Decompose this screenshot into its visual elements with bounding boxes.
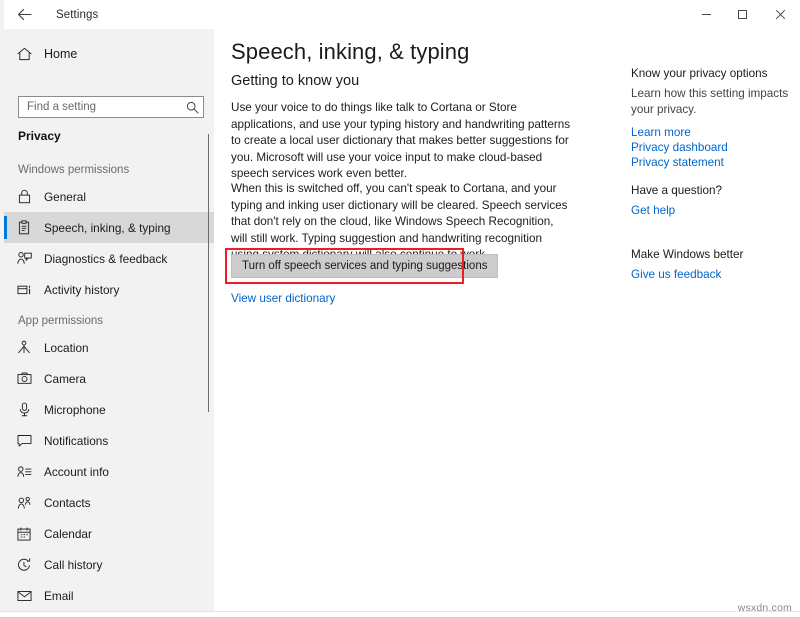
sidebar-item-general[interactable]: General: [4, 181, 214, 212]
rail-title-privacy: Know your privacy options: [631, 67, 796, 80]
main-content: Speech, inking, & typing Getting to know…: [214, 29, 800, 612]
sidebar-item-label: Call history: [44, 558, 102, 572]
person-feedback-icon: [4, 251, 44, 266]
sidebar-item-microphone[interactable]: Microphone: [4, 394, 214, 425]
window-title: Settings: [56, 9, 98, 21]
sidebar-item-email[interactable]: Email: [4, 580, 214, 611]
sidebar-scrollbar[interactable]: [206, 129, 211, 549]
sidebar-item-calendar[interactable]: Calendar: [4, 518, 214, 549]
sidebar-item-label: Microphone: [44, 403, 106, 417]
sidebar-item-call-history[interactable]: Call history: [4, 549, 214, 580]
watermark: wsxdn.com: [738, 602, 792, 614]
sidebar-item-label: Speech, inking, & typing: [44, 221, 171, 235]
sidebar-item-speech-inking-typing[interactable]: Speech, inking, & typing: [4, 212, 214, 243]
sidebar-item-label: Location: [44, 341, 89, 355]
back-arrow-icon[interactable]: [4, 1, 44, 29]
give-us-feedback-link[interactable]: Give us feedback: [631, 267, 796, 282]
notification-icon: [4, 434, 44, 447]
sidebar-item-activity-history[interactable]: Activity history: [4, 274, 214, 305]
page-title: Speech, inking, & typing: [231, 39, 469, 65]
minimize-button[interactable]: [688, 0, 724, 29]
email-icon: [4, 590, 44, 602]
nav-group-title-app-permissions: App permissions: [4, 310, 214, 332]
title-bar: Settings: [4, 0, 800, 29]
rail-title-question: Have a question?: [631, 184, 796, 197]
activity-history-icon: [4, 283, 44, 297]
sidebar-item-home[interactable]: Home: [4, 37, 214, 71]
sidebar-item-label: Activity history: [44, 283, 119, 297]
home-label: Home: [44, 47, 77, 61]
sidebar-item-contacts[interactable]: Contacts: [4, 487, 214, 518]
clipboard-icon: [4, 220, 44, 235]
section-heading: Getting to know you: [231, 73, 359, 89]
sidebar-item-label: Camera: [44, 372, 86, 386]
sidebar-category-title: Privacy: [18, 129, 61, 143]
settings-window: Settings: [0, 0, 800, 617]
privacy-dashboard-link[interactable]: Privacy dashboard: [631, 140, 796, 155]
sidebar-item-diagnostics-feedback[interactable]: Diagnostics & feedback: [4, 243, 214, 274]
turn-off-speech-services-button[interactable]: Turn off speech services and typing sugg…: [231, 254, 498, 278]
rail-title-feedback: Make Windows better: [631, 248, 796, 261]
sidebar-item-label: General: [44, 190, 86, 204]
camera-icon: [4, 372, 44, 385]
contacts-icon: [4, 496, 44, 510]
sidebar: Home Privacy Windows permissions: [4, 29, 214, 612]
calendar-icon: [4, 527, 44, 541]
rail-block-feedback: Make Windows better Give us feedback: [631, 248, 796, 282]
window-bottom-edge: [0, 611, 800, 617]
sidebar-item-camera[interactable]: Camera: [4, 363, 214, 394]
search-input[interactable]: [19, 97, 181, 117]
rail-block-question: Have a question? Get help: [631, 184, 796, 218]
sidebar-item-label: Calendar: [44, 527, 92, 541]
call-history-icon: [4, 558, 44, 572]
lock-icon: [4, 189, 44, 204]
sidebar-scrollbar-thumb[interactable]: [208, 134, 209, 412]
sidebar-item-label: Notifications: [44, 434, 108, 448]
account-info-icon: [4, 465, 44, 478]
maximize-button[interactable]: [724, 0, 760, 29]
learn-more-link[interactable]: Learn more: [631, 125, 796, 140]
view-user-dictionary-link[interactable]: View user dictionary: [231, 292, 335, 305]
close-button[interactable]: [760, 0, 800, 29]
description-paragraph-1: Use your voice to do things like talk to…: [231, 100, 571, 183]
description-paragraph-2: When this is switched off, you can't spe…: [231, 181, 571, 264]
sidebar-item-notifications[interactable]: Notifications: [4, 425, 214, 456]
sidebar-item-label: Contacts: [44, 496, 91, 510]
sidebar-item-label: Account info: [44, 465, 109, 479]
sidebar-item-label: Email: [44, 589, 74, 603]
window-controls: [688, 0, 800, 29]
privacy-statement-link[interactable]: Privacy statement: [631, 155, 796, 170]
get-help-link[interactable]: Get help: [631, 203, 796, 218]
sidebar-nav: Windows permissions General: [4, 154, 214, 611]
home-icon: [4, 47, 44, 61]
microphone-icon: [4, 402, 44, 417]
nav-group-title-windows-permissions: Windows permissions: [4, 159, 214, 181]
rail-description-privacy: Learn how this setting impacts your priv…: [631, 86, 796, 118]
sidebar-item-account-info[interactable]: Account info: [4, 456, 214, 487]
location-pin-icon: [4, 340, 44, 355]
search-icon[interactable]: [181, 101, 203, 114]
rail-block-privacy: Know your privacy options Learn how this…: [631, 67, 796, 170]
sidebar-item-location[interactable]: Location: [4, 332, 214, 363]
sidebar-item-label: Diagnostics & feedback: [44, 252, 167, 266]
search-box[interactable]: [18, 96, 204, 118]
